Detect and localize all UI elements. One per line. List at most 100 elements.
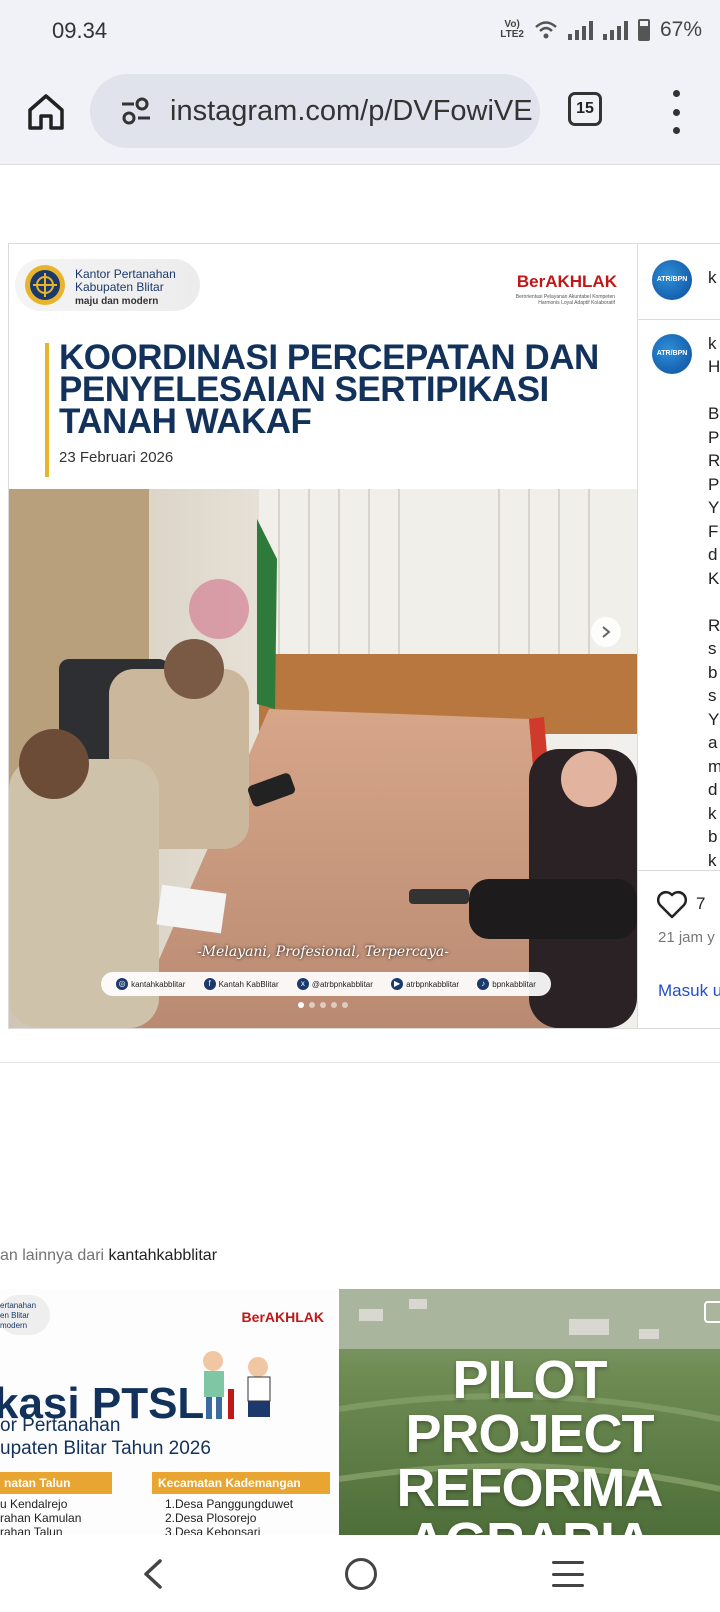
village-list-2: 1.Desa Panggungduwet 2.Desa Plosorejo 3.… — [165, 1497, 293, 1535]
carousel-dot — [298, 1002, 304, 1008]
office-name: Kantor Pertanahan Kabupaten Blitar — [75, 267, 176, 294]
village-item: 3.Desa Kebonsari — [165, 1525, 261, 1535]
overflow-menu-icon[interactable] — [666, 90, 686, 134]
grid-subtitle-1: or Pertanahan — [0, 1415, 121, 1436]
section-divider — [0, 1062, 720, 1063]
social-handles-strip: ◎ kantahkabblitar f Kantah KabBlitar x @atr… — [101, 972, 551, 996]
caption-line: d — [708, 780, 718, 799]
caption-line: K — [708, 568, 720, 588]
berakhlak-subtext: Berorientasi Pelayanan Akuntabel Kompete… — [515, 294, 615, 306]
berakhlak-badge-thumb: BerAKHLAK — [241, 1309, 324, 1325]
system-navigation-bar — [0, 1535, 720, 1612]
carousel-dot — [331, 1002, 337, 1008]
author-name[interactable]: k — [708, 268, 717, 288]
post-sidebar: ATR/BPN k ATR/BPN k H BPRPYFdK RsbsYamdk… — [637, 244, 720, 1028]
youtube-icon: ▶ — [391, 978, 404, 990]
post-headline: KOORDINASI PERCEPATAN DAN PENYELESAIAN S… — [59, 338, 599, 441]
home-icon[interactable] — [24, 90, 68, 134]
grid-title: PILOT PROJECT REFORMA AGRARIA — [396, 1350, 664, 1535]
caption-line — [708, 590, 720, 614]
caption-line: R — [708, 451, 720, 470]
post-date: 23 Februari 2026 — [59, 449, 174, 466]
caption-line: P — [708, 474, 720, 494]
signal-2-icon — [602, 20, 628, 40]
village-item: rahan Talun — [0, 1525, 63, 1535]
battery-percent: 67% — [659, 18, 702, 41]
caption-line: k — [708, 803, 717, 823]
carousel-dot — [320, 1002, 326, 1008]
headline-accent-bar — [45, 343, 49, 477]
url-text[interactable]: instagram.com/p/DVFowiVE — [170, 95, 533, 128]
multiple-images-icon — [704, 1301, 720, 1323]
signal-1-icon — [567, 20, 593, 40]
office-tagline: maju dan modern — [75, 296, 159, 307]
carousel-dot — [342, 1002, 348, 1008]
social-label: Kantah KabBlitar — [218, 979, 279, 989]
caption-line: B — [708, 404, 720, 423]
social-x: x @atrbpnkabblitar — [296, 978, 373, 990]
heart-icon[interactable] — [656, 889, 688, 919]
post-time-ago: 21 jam y — [658, 929, 715, 946]
district-label-1: natan Talun — [0, 1472, 112, 1494]
status-bar: 09.34 Vo) LTE2 67% — [0, 0, 720, 64]
caption-line: b — [708, 662, 718, 682]
grid-post-ptsl[interactable]: ertanahan en Blitar modern BerAKHLAK kas… — [0, 1289, 336, 1535]
caption-hashtag: H — [708, 357, 720, 376]
caption-author[interactable]: k — [708, 334, 717, 354]
atr-bpn-logo-icon — [25, 265, 65, 305]
more-posts-account[interactable]: kantahkabblitar — [109, 1247, 218, 1264]
site-settings-icon[interactable] — [116, 91, 156, 131]
village-item: 2.Desa Plosorejo — [165, 1511, 257, 1525]
browser-toolbar: instagram.com/p/DVFowiVE 15 — [0, 64, 720, 165]
author-avatar[interactable]: ATR/BPN — [652, 260, 692, 300]
district-label-2: Kecamatan Kademangan — [152, 1472, 330, 1494]
volte-icon: Vo) LTE2 — [500, 19, 524, 40]
like-count: 7 — [696, 894, 706, 913]
post-actions: 7 21 jam y Masuk u — [638, 870, 720, 1028]
caption-line: m — [708, 755, 720, 779]
caption-line: R — [708, 615, 720, 635]
caption-line: F — [708, 521, 719, 541]
village-item: 1.Desa Panggungduwet — [165, 1497, 294, 1511]
instagram-post: Kantor Pertanahan Kabupaten Blitar maju … — [8, 243, 720, 1029]
tab-switcher-button[interactable]: 15 — [568, 92, 602, 126]
chevron-right-icon — [602, 626, 611, 638]
home-nav-icon[interactable] — [345, 1558, 377, 1590]
grid-post-reforma[interactable]: PILOT PROJECT REFORMA AGRARIA — [339, 1289, 720, 1535]
post-author-header: ATR/BPN k — [638, 244, 720, 320]
social-label: bpnkabblitar — [492, 979, 536, 989]
caption-line: a — [708, 733, 718, 752]
carousel-dot — [309, 1002, 315, 1008]
recent-apps-icon[interactable] — [552, 1561, 584, 1587]
caption-text: BPRPYFdK RsbsYamdkbk — [708, 402, 720, 872]
carousel-next-button[interactable] — [591, 617, 621, 647]
login-link[interactable]: Masuk u — [658, 981, 720, 1001]
office-logo-thumb: ertanahan en Blitar modern — [0, 1295, 50, 1335]
village-item: u Kendalrejo — [0, 1497, 68, 1511]
caption-line: P — [708, 427, 720, 447]
berakhlak-badge: BerAKHLAK — [516, 272, 617, 291]
caption-line: Y — [708, 709, 720, 729]
caption-line: d — [708, 545, 718, 564]
post-tagline: -Melayani, Profesional, Terpercaya- — [196, 944, 449, 960]
status-icons: Vo) LTE2 67% — [500, 18, 702, 42]
x-icon: x — [296, 978, 309, 990]
instagram-icon: ◎ — [116, 978, 129, 990]
caption-line: b — [708, 827, 718, 846]
caption-line: s — [708, 639, 717, 658]
address-bar[interactable]: instagram.com/p/DVFowiVE — [90, 74, 540, 148]
wifi-icon — [535, 21, 557, 39]
post-media-carousel[interactable]: Kantor Pertanahan Kabupaten Blitar maju … — [9, 244, 637, 1028]
caption-line: k — [708, 850, 717, 870]
grid-subtitle-2: upaten Blitar Tahun 2026 — [0, 1438, 211, 1459]
post-graphic-header: Kantor Pertanahan Kabupaten Blitar maju … — [9, 244, 637, 489]
social-tiktok: ♪ bpnkabblitar — [477, 978, 536, 990]
caption-avatar[interactable]: ATR/BPN — [652, 334, 692, 374]
more-posts-prefix: an lainnya dari — [0, 1247, 109, 1264]
caption-line: Y — [708, 498, 720, 517]
battery-icon — [637, 19, 650, 41]
status-time: 09.34 — [52, 18, 108, 43]
social-youtube: ▶ atrbpnkabblitar — [391, 978, 459, 990]
back-icon[interactable] — [138, 1557, 168, 1591]
social-instagram: ◎ kantahkabblitar — [116, 978, 185, 990]
